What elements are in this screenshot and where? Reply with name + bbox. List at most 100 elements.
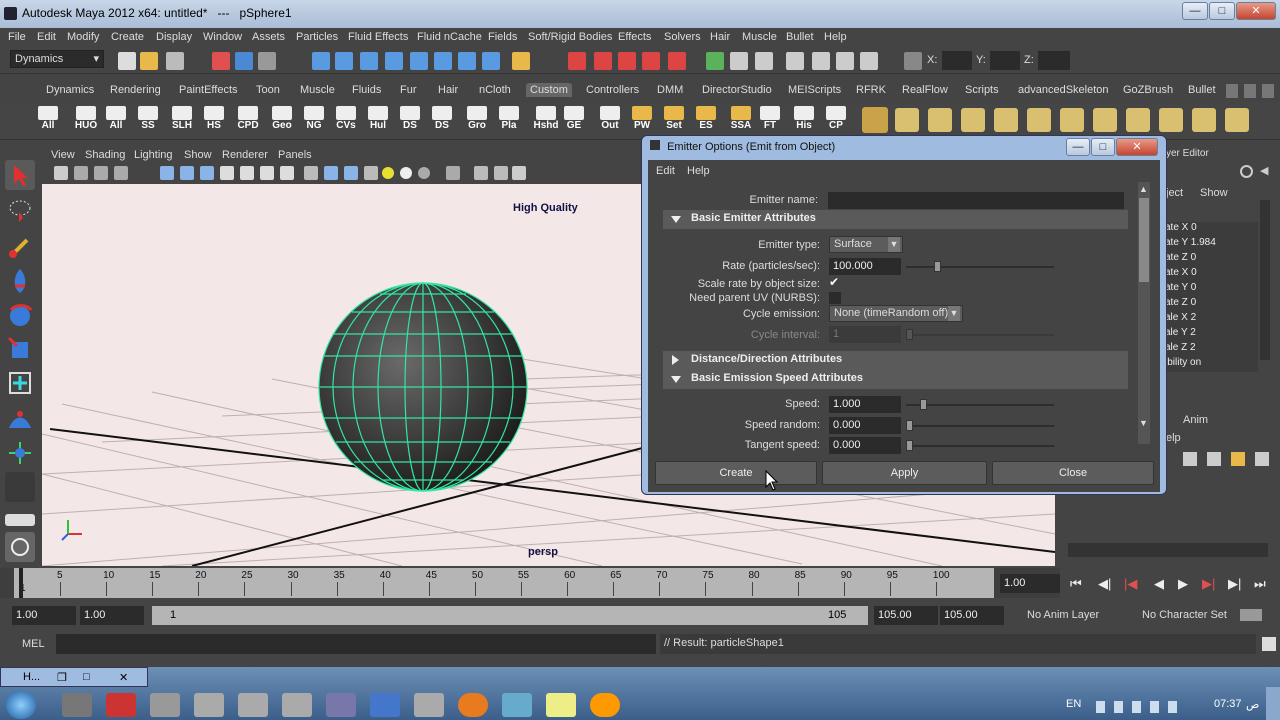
gate-mask-icon[interactable] [220,166,234,180]
shelf-button-geo[interactable]: Geo [268,104,296,138]
menu-particles[interactable]: Particles [296,31,338,43]
app-taskbar-icon[interactable] [238,693,268,717]
step-back-key-icon[interactable]: |◀ [1124,576,1137,592]
range-slider[interactable]: 1 105 [152,606,868,625]
shelf-tab-dynamics[interactable]: Dynamics [42,83,98,97]
playback-end-field[interactable]: 105.00 [874,606,938,625]
emitter-name-field[interactable] [828,192,1124,209]
render-settings-icon[interactable] [706,52,724,70]
menu-display[interactable]: Display [156,31,192,43]
app-taskbar-icon[interactable] [194,693,224,717]
tangent-speed-slider-thumb[interactable] [906,440,913,451]
shelf-scroll-icon[interactable] [1226,84,1238,98]
shelf-button-es[interactable]: ES [692,104,720,138]
step-back-icon[interactable]: ◀| [1098,576,1111,592]
paint-select-tool-icon[interactable] [5,232,35,262]
snap-point-icon[interactable] [360,52,378,70]
menu-soft-rigid-bodies[interactable]: Soft/Rigid Bodies [528,31,612,43]
menu-modify[interactable]: Modify [67,31,99,43]
close-window-button[interactable]: ✕ [1236,2,1276,20]
menu-assets[interactable]: Assets [252,31,285,43]
step-forward-key-icon[interactable]: ▶| [1202,576,1215,592]
shelf-button-huo[interactable]: HUO [72,104,100,138]
snap-curve-icon[interactable] [335,52,353,70]
auto-key-icon[interactable] [1240,609,1262,621]
rate-slider-thumb[interactable] [934,261,941,272]
channel-row[interactable]: ate Z 0 [1163,297,1258,312]
show-manipulator-icon[interactable] [5,438,35,468]
layer-icon[interactable] [1231,452,1245,466]
menu-file[interactable]: File [8,31,26,43]
realflow-tool-icon[interactable] [928,108,952,132]
acrobat-taskbar-icon[interactable] [106,693,136,717]
safe-action-icon[interactable] [260,166,274,180]
go-to-start-icon[interactable]: ⏮ [1070,576,1082,592]
attribute-editor-icon[interactable] [755,52,773,70]
step-forward-icon[interactable]: ▶| [1228,576,1241,592]
shadows-icon[interactable] [418,167,430,179]
render-icon[interactable] [642,52,660,70]
shelf-tab-custom[interactable]: Custom [526,83,572,97]
menu-fluid-ncache[interactable]: Fluid nCache [417,31,482,43]
menu-set-dropdown[interactable]: Dynamics ▾ [10,50,104,68]
shelf-tab-hair[interactable]: Hair [434,83,462,97]
shelf-tab-gozbrush[interactable]: GoZBrush [1119,83,1177,97]
share-icon[interactable] [512,166,526,180]
channel-row[interactable]: ate Y 1.984 [1163,237,1258,252]
shelf-tab-bullet[interactable]: Bullet [1184,83,1220,97]
close-button[interactable]: Close [992,461,1154,485]
gear-icon[interactable] [1240,165,1253,178]
x-field[interactable] [942,51,972,70]
camera-icon[interactable] [54,166,68,180]
shelf-tab-directorstudio[interactable]: DirectorStudio [698,83,776,97]
tangent-speed-slider[interactable] [906,440,1054,451]
layer-menu-help[interactable]: elp [1166,432,1181,444]
menu-solvers[interactable]: Solvers [664,31,701,43]
menu-edit[interactable]: Edit [37,31,56,43]
lasso-tool-icon[interactable] [5,196,35,226]
layer-editor-icon[interactable] [836,52,854,70]
scale-rate-checkbox[interactable]: ✔ [829,276,842,289]
realflow-tool-icon[interactable] [1093,108,1117,132]
shelf-button-ssa[interactable]: SSA [727,104,755,138]
section-basic-emission-speed-attributes[interactable]: Basic Emission Speed Attributes [663,370,1128,389]
character-set-dropdown[interactable]: No Character Set [1142,609,1227,621]
animation-end-field[interactable]: 105.00 [940,606,1004,625]
channel-menu-object[interactable]: ject [1166,187,1183,199]
app-taskbar-icon[interactable] [150,693,180,717]
speed-random-field[interactable]: 0.000 [829,417,901,434]
panel-menu-lighting[interactable]: Lighting [134,149,173,161]
xray-icon[interactable] [446,166,460,180]
layer-icon[interactable] [1255,452,1269,466]
layer-icon[interactable] [1207,452,1221,466]
layer-icon[interactable] [1183,452,1197,466]
dialog-minimize-button[interactable]: — [1066,138,1090,156]
safe-title-icon[interactable] [280,166,294,180]
rate-field[interactable]: 100.000 [829,258,901,275]
last-tool-icon[interactable] [5,472,35,502]
scroll-up-icon[interactable]: ▲ [1139,184,1148,194]
firefox-taskbar-icon[interactable] [458,693,488,717]
clock-time[interactable]: 07:37 [1214,698,1242,710]
app-taskbar-icon[interactable] [282,693,312,717]
select-hierarchy-icon[interactable] [212,52,230,70]
ipr-render-icon[interactable] [668,52,686,70]
channel-row[interactable]: ate Z 0 [1163,252,1258,267]
layer-scrollbar[interactable] [1068,543,1268,557]
playback-start-field[interactable]: 1.00 [80,606,144,625]
shelf-menu-icon[interactable] [1244,84,1256,98]
maximize-button[interactable]: □ [1209,2,1235,20]
shelf-tab-painteffects[interactable]: PaintEffects [175,83,242,97]
menu-fields[interactable]: Fields [488,31,517,43]
shelf-tab-fluids[interactable]: Fluids [348,83,385,97]
menu-bullet[interactable]: Bullet [786,31,814,43]
shelf-button-gro[interactable]: Gro [463,104,491,138]
channel-row[interactable]: ale X 2 [1163,312,1258,327]
shelf-button-ss[interactable]: SS [134,104,162,138]
realflow-tool-icon[interactable] [1225,108,1249,132]
select-component-icon[interactable] [258,52,276,70]
panel-menu-panels[interactable]: Panels [278,149,312,161]
maximize-icon[interactable]: □ [83,671,90,683]
channel-scrollbar[interactable] [1260,200,1270,360]
speed-slider[interactable] [906,399,1054,410]
